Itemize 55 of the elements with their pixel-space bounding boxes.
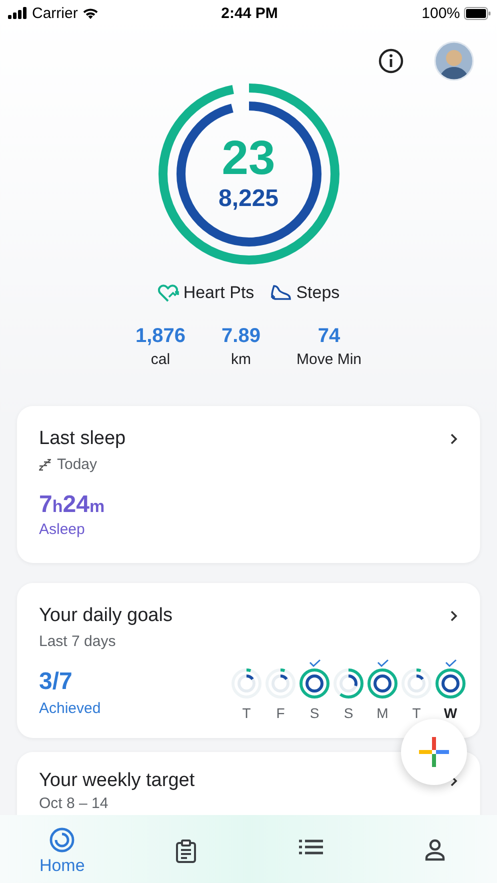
day-label: M bbox=[376, 705, 388, 721]
wifi-icon bbox=[82, 7, 99, 19]
day-label: S bbox=[310, 705, 320, 721]
shoe-icon bbox=[270, 283, 292, 303]
heart-points-value: 23 bbox=[222, 135, 276, 183]
battery-percent: 100% bbox=[422, 4, 460, 22]
stat-label: cal bbox=[150, 351, 170, 368]
signal-icon bbox=[8, 7, 28, 19]
list-icon bbox=[298, 839, 323, 855]
card-title: Your weekly target bbox=[39, 770, 195, 792]
info-icon[interactable] bbox=[378, 48, 404, 74]
sleep-caption: Asleep bbox=[39, 521, 86, 538]
goal-ring[interactable] bbox=[435, 668, 466, 699]
steps-value: 8,225 bbox=[218, 185, 279, 213]
stat-value: 1,876 bbox=[135, 325, 186, 348]
legend-label: Heart Pts bbox=[183, 283, 254, 303]
achieved-count: 3/7 bbox=[39, 668, 74, 696]
home-rings-icon bbox=[49, 827, 76, 853]
goals-card[interactable]: Your daily goals Last 7 days 3/7 Achieved T F S S M T W bbox=[17, 583, 480, 738]
achieved-caption: Achieved bbox=[39, 700, 101, 717]
goal-ring[interactable] bbox=[299, 668, 330, 699]
sleep-duration: 7h24m bbox=[39, 491, 105, 519]
clipboard-icon bbox=[175, 839, 198, 863]
avatar[interactable] bbox=[434, 41, 474, 81]
battery-icon bbox=[464, 6, 492, 20]
day-label: W bbox=[444, 705, 458, 721]
chevron-right-icon[interactable] bbox=[450, 610, 458, 622]
stat-value: 74 bbox=[318, 325, 340, 348]
day-label: S bbox=[344, 705, 354, 721]
target-card[interactable]: Your weekly target Oct 8 – 14 bbox=[17, 752, 480, 817]
goal-ring[interactable] bbox=[401, 668, 432, 699]
day-label: T bbox=[412, 705, 421, 721]
goal-ring[interactable] bbox=[367, 668, 398, 699]
stat-label: km bbox=[231, 351, 252, 368]
card-subtitle: Oct 8 – 14 bbox=[39, 795, 108, 812]
day-label: T bbox=[242, 705, 251, 721]
person-icon bbox=[424, 839, 445, 861]
card-subtitle: Today bbox=[57, 456, 98, 473]
heart-icon bbox=[157, 283, 180, 303]
chevron-right-icon[interactable] bbox=[450, 433, 458, 445]
plus-icon bbox=[419, 737, 449, 767]
clock-time: 2:44 PM bbox=[221, 4, 278, 22]
legend-label: Steps bbox=[296, 283, 340, 303]
card-title: Last sleep bbox=[39, 428, 126, 450]
goal-ring[interactable] bbox=[333, 668, 364, 699]
card-subtitle: Last 7 days bbox=[39, 633, 116, 650]
goal-ring[interactable] bbox=[231, 668, 262, 699]
sleep-card[interactable]: Last sleep Today 7h24m Asleep bbox=[17, 406, 480, 563]
stat-label: Move Min bbox=[296, 351, 362, 368]
day-label: F bbox=[276, 705, 285, 721]
stat-value: 7.89 bbox=[222, 325, 260, 348]
goal-ring[interactable] bbox=[265, 668, 296, 699]
card-title: Your daily goals bbox=[39, 605, 172, 627]
carrier-name: Carrier bbox=[32, 4, 78, 22]
sleep-zzz-icon bbox=[39, 458, 51, 470]
